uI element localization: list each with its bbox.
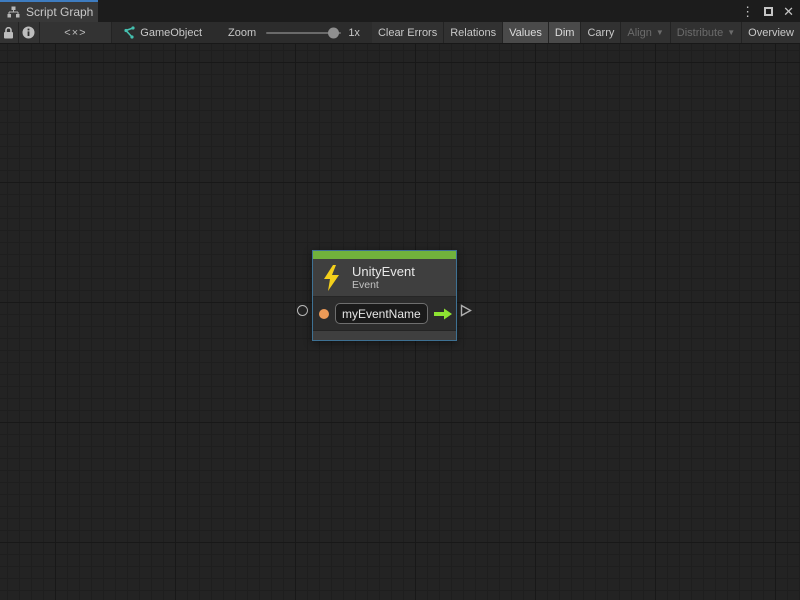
lightning-bolt-icon [323,265,340,291]
tab-label: Script Graph [26,5,93,19]
window-menu-icon[interactable]: ⋮ [741,5,754,18]
info-icon [22,26,35,39]
node-footer [313,330,456,340]
distribute-dropdown-button[interactable]: Distribute ▼ [671,22,742,43]
chevron-down-icon: ▼ [727,28,735,37]
maximize-icon[interactable] [764,7,773,16]
code-preview-button[interactable]: <×> [40,22,113,43]
zoom-value: 1x [348,22,360,43]
values-toggle-button[interactable]: Values [503,22,549,43]
node-title: UnityEvent [352,264,415,279]
node-port-row [313,297,456,330]
zoom-slider[interactable] [266,22,341,43]
lock-icon [3,27,14,39]
window-controls: ⋮ ✕ [741,0,796,22]
close-icon[interactable]: ✕ [783,5,794,18]
relations-button[interactable]: Relations [444,22,503,43]
gameobject-graph-icon [122,26,135,39]
zoom-label: Zoom [228,22,256,43]
overview-button[interactable]: Overview [742,22,800,43]
node-header[interactable]: UnityEvent Event [313,259,456,297]
node-accent-bar [313,251,456,259]
node-titles: UnityEvent Event [352,264,415,292]
titlebar: Script Graph ⋮ ✕ [0,0,800,22]
flow-arrow-icon[interactable] [433,307,453,321]
tab-script-graph[interactable]: Script Graph [0,0,98,22]
dim-toggle-button[interactable]: Dim [549,22,582,43]
trigger-output-port[interactable] [460,304,472,317]
trigger-input-port[interactable] [297,305,308,316]
toolbar-buttons: Clear Errors Relations Values Dim Carry … [372,22,800,43]
info-button[interactable] [19,22,40,43]
align-dropdown-button[interactable]: Align ▼ [621,22,670,43]
chevron-down-icon: ▼ [656,28,664,37]
value-port-dot[interactable] [319,309,329,319]
toolbar: <×> GameObject Zoom 1x Clear Errors [0,22,800,44]
graph-hierarchy-icon [7,6,20,19]
lock-button[interactable] [0,22,19,43]
script-graph-window: Script Graph ⋮ ✕ [0,0,800,600]
carry-button[interactable]: Carry [581,22,621,43]
zoom-slider-handle[interactable] [328,27,339,38]
gameobject-label: GameObject [140,27,202,39]
event-name-input[interactable] [335,303,428,324]
graph-canvas[interactable]: UnityEvent Event [0,44,800,600]
gameobject-reference[interactable]: GameObject [122,22,202,43]
node-subtitle: Event [352,279,415,292]
unity-event-node[interactable]: UnityEvent Event [312,250,457,341]
clear-errors-button[interactable]: Clear Errors [372,22,444,43]
code-icon: <×> [64,27,86,39]
